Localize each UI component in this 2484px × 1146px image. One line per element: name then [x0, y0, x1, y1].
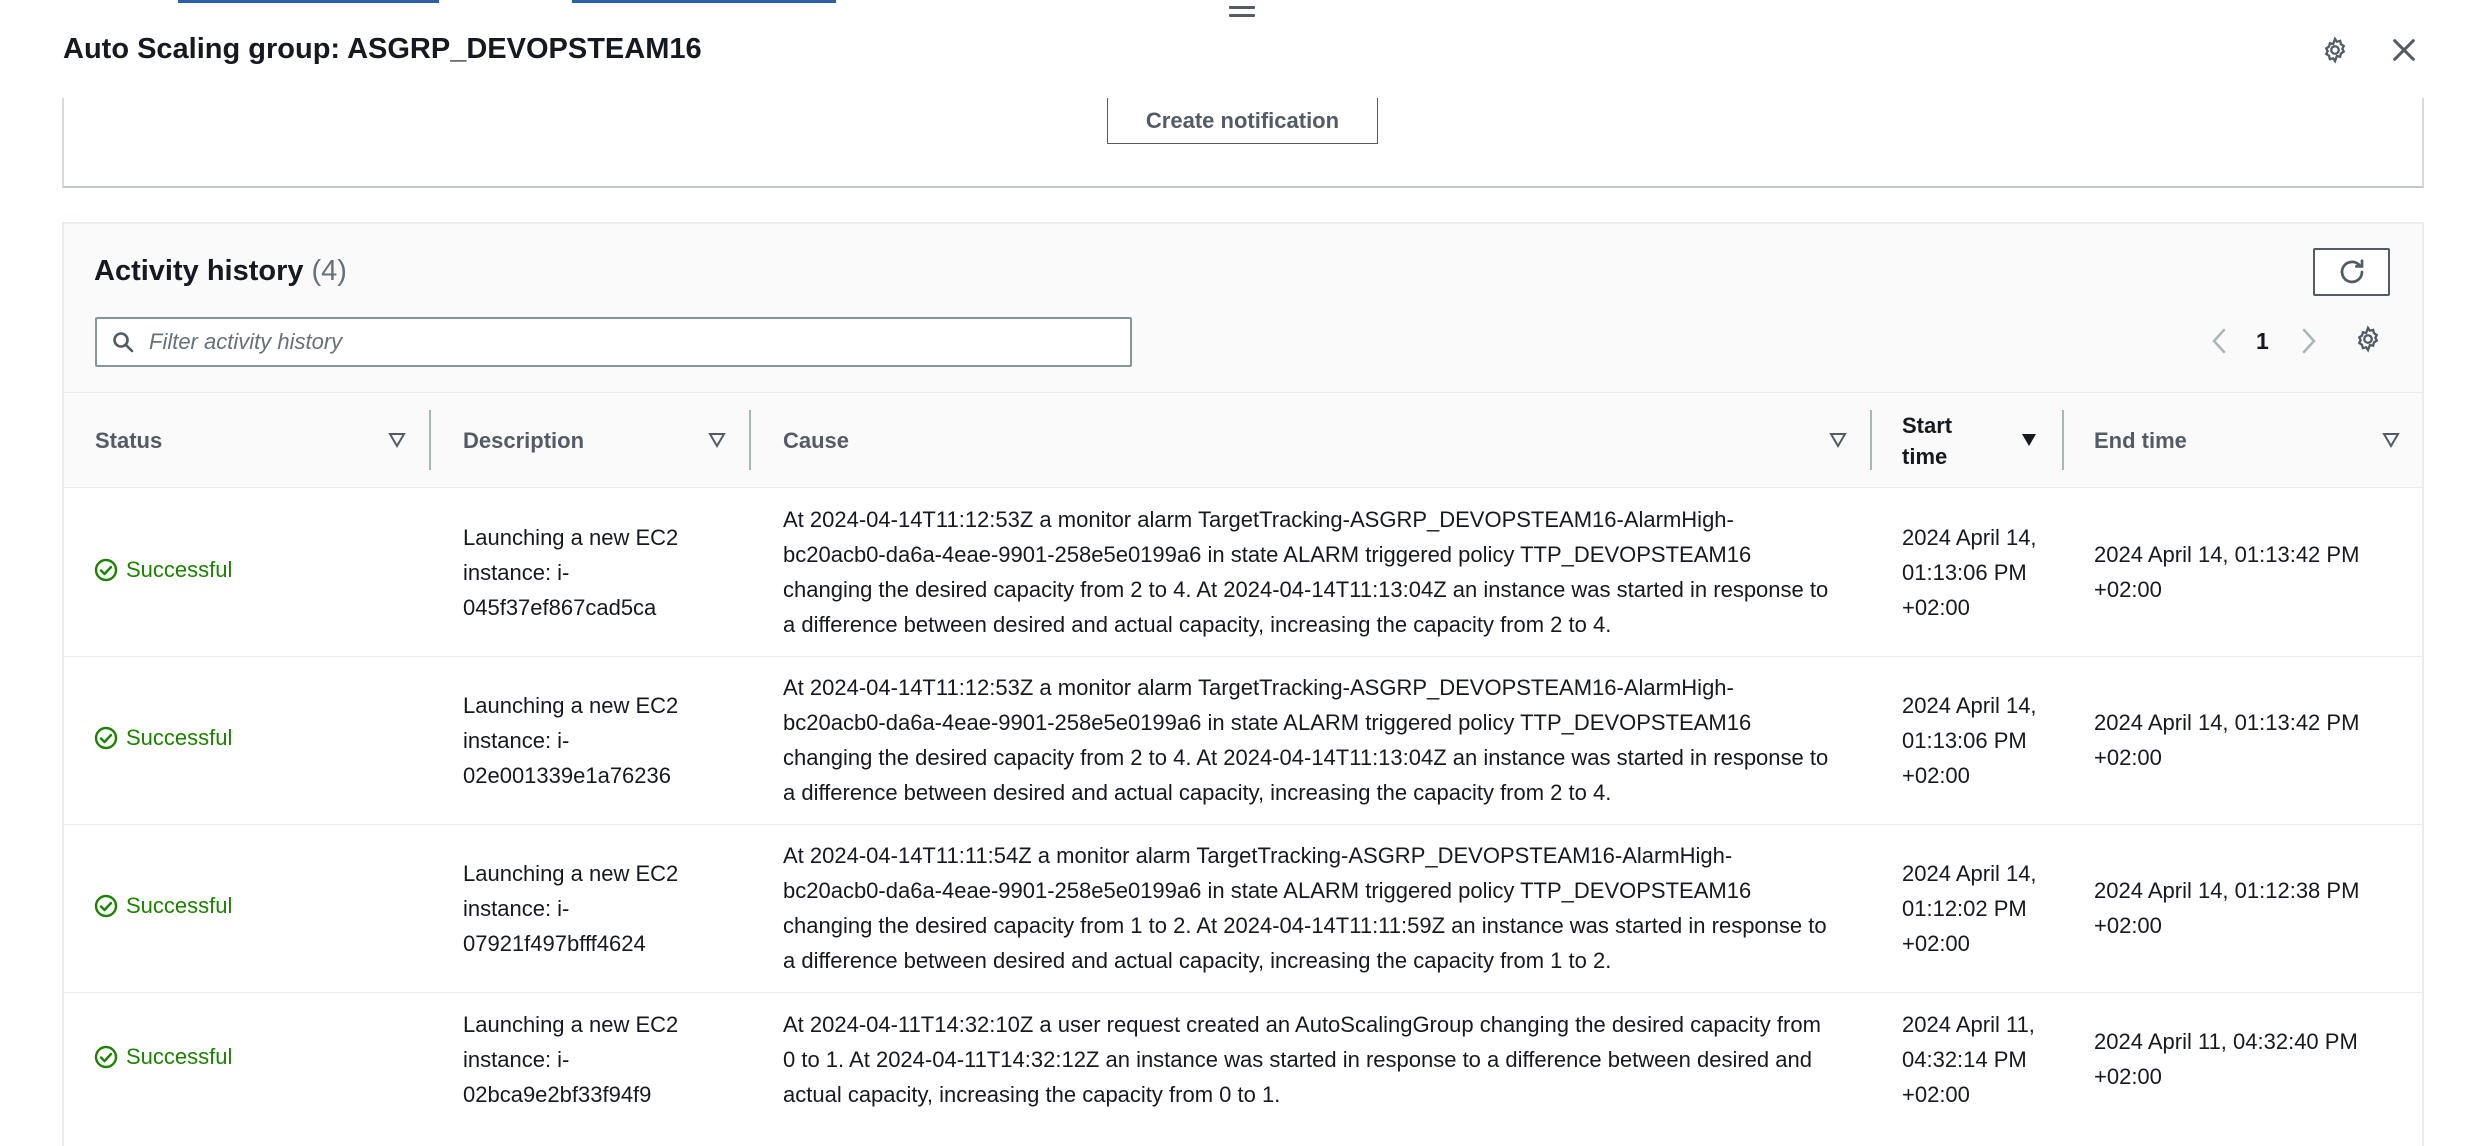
status-text: Successful	[126, 1044, 233, 1069]
description-cell: Launching a new EC2 instance: i-07921f49…	[463, 861, 679, 956]
column-divider[interactable]	[1870, 410, 1872, 470]
gear-icon[interactable]	[2321, 36, 2349, 69]
row-divider	[64, 656, 2422, 657]
start-time-cell: 2024 April 14, 01:13:06 PM +02:00	[1902, 525, 2037, 620]
panel-title: Auto Scaling group: ASGRP_DEVOPSTEAM16	[63, 33, 702, 65]
activity-history-count: (4)	[311, 255, 347, 287]
status-text: Successful	[126, 893, 233, 918]
row-divider	[64, 824, 2422, 825]
column-header-start-time[interactable]: Start time	[1902, 410, 1992, 472]
check-circle-icon	[94, 726, 118, 750]
check-circle-icon	[94, 558, 118, 582]
column-header-description[interactable]: Description	[463, 425, 584, 456]
end-time-cell: 2024 April 14, 01:13:42 PM +02:00	[2094, 710, 2360, 770]
column-divider[interactable]	[749, 410, 751, 470]
row-divider	[64, 992, 2422, 993]
table-header	[64, 392, 2422, 488]
sort-icon[interactable]	[388, 432, 406, 453]
column-header-cause[interactable]: Cause	[783, 425, 849, 456]
end-time-cell: 2024 April 11, 04:32:40 PM +02:00	[2094, 1029, 2358, 1089]
table-settings-gear-icon[interactable]	[2354, 325, 2382, 358]
start-time-cell: 2024 April 11, 04:32:14 PM +02:00	[1902, 1012, 2035, 1107]
filter-activity-text[interactable]	[147, 328, 1101, 356]
description-cell: Launching a new EC2 instance: i-02e00133…	[463, 693, 679, 788]
refresh-button[interactable]	[2313, 248, 2390, 296]
column-divider[interactable]	[429, 410, 431, 470]
create-notification-button[interactable]: Create notification	[1107, 98, 1378, 144]
check-circle-icon	[94, 894, 118, 918]
sort-icon[interactable]	[2382, 432, 2400, 453]
status-badge: Successful	[94, 893, 232, 919]
tab-accent-1	[178, 0, 439, 3]
status-badge: Successful	[94, 557, 232, 583]
column-divider[interactable]	[2062, 410, 2064, 470]
page-number[interactable]: 1	[2256, 328, 2269, 355]
check-circle-icon	[94, 1045, 118, 1069]
description-cell: Launching a new EC2 instance: i-02bca9e2…	[463, 1012, 679, 1107]
sort-icon[interactable]	[1829, 432, 1847, 453]
start-time-cell: 2024 April 14, 01:12:02 PM +02:00	[1902, 861, 2037, 956]
end-time-cell: 2024 April 14, 01:13:42 PM +02:00	[2094, 542, 2360, 602]
close-icon[interactable]	[2390, 36, 2418, 69]
activity-history-title: Activity history (4)	[94, 255, 347, 288]
filter-activity-input[interactable]	[95, 317, 1132, 367]
chevron-right-icon[interactable]	[2296, 326, 2320, 361]
drag-handle[interactable]	[1229, 6, 1255, 26]
column-header-end-time[interactable]: End time	[2094, 425, 2187, 456]
chevron-left-icon[interactable]	[2208, 326, 2232, 361]
cause-cell: At 2024-04-11T14:32:10Z a user request c…	[783, 1012, 1821, 1107]
refresh-icon	[2340, 259, 2363, 284]
activity-history-title-text: Activity history	[94, 255, 304, 287]
sort-icon[interactable]	[708, 432, 726, 453]
end-time-cell: 2024 April 14, 01:12:38 PM +02:00	[2094, 878, 2360, 938]
column-header-status[interactable]: Status	[95, 425, 162, 456]
start-time-cell: 2024 April 14, 01:13:06 PM +02:00	[1902, 693, 2037, 788]
status-badge: Successful	[94, 725, 232, 751]
status-badge: Successful	[94, 1044, 232, 1070]
tab-accent-2	[572, 0, 836, 3]
cause-cell: At 2024-04-14T11:11:54Z a monitor alarm …	[783, 843, 1827, 973]
search-icon	[111, 330, 135, 354]
status-text: Successful	[126, 557, 233, 582]
description-cell: Launching a new EC2 instance: i-045f37ef…	[463, 525, 679, 620]
cause-cell: At 2024-04-14T11:12:53Z a monitor alarm …	[783, 507, 1829, 637]
sort-descending-icon[interactable]	[2020, 432, 2038, 453]
status-text: Successful	[126, 725, 233, 750]
cause-cell: At 2024-04-14T11:12:53Z a monitor alarm …	[783, 675, 1829, 805]
